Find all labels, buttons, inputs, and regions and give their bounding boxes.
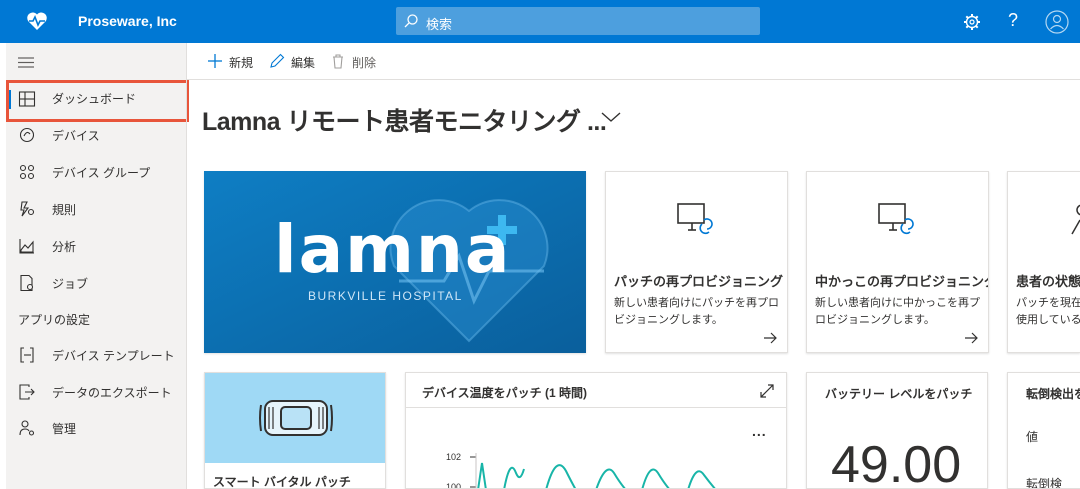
patient-status-tile[interactable]: 患者の状態 パッチを現在使用しているか <box>1007 171 1080 353</box>
new-label: 新規 <box>229 56 254 70</box>
trash-icon <box>333 54 343 69</box>
sidebar-item-data-export[interactable]: データのエクスポート <box>6 373 186 409</box>
sidebar-item-devices[interactable]: デバイス <box>6 116 186 152</box>
sidebar-item-label: 分析 <box>52 240 77 254</box>
reprovision-icon <box>677 203 713 235</box>
brand-name[interactable]: Proseware, Inc <box>78 13 177 29</box>
section-label-app-settings: アプリの設定 <box>18 313 91 327</box>
sidebar-item-device-templates[interactable]: デバイス テンプレート <box>6 336 186 372</box>
sidebar: ダッシュボード デバイス デバイス グループ 規則 分析 ジョブ アプリの設定 … <box>6 43 189 489</box>
sidebar-item-label: デバイス グループ <box>52 166 151 180</box>
kpi-value: 49.00 <box>831 436 962 489</box>
sidebar-item-admin[interactable]: 管理 <box>6 409 186 445</box>
y-tick-label: 102 <box>446 452 462 462</box>
tile-title: 転倒検出を <box>1026 387 1080 401</box>
temperature-series-line <box>477 462 716 488</box>
pencil-icon <box>270 53 285 68</box>
reprovision-brace-tile[interactable]: 中かっこの再プロビジョニング 新しい患者向けに中かっこを再プロビジョニングします… <box>806 171 989 353</box>
arrow-right-icon[interactable] <box>964 332 978 344</box>
help-icon[interactable]: ? <box>1008 10 1018 31</box>
sidebar-item-analytics[interactable]: 分析 <box>6 227 186 263</box>
hero-subtitle: BURKVILLE HOSPITAL <box>308 289 463 303</box>
hero-logo-text: lamna <box>274 211 512 288</box>
temperature-chart-tile: デバイス温度をパッチ (1 時間) ... 102 100 <box>405 372 787 489</box>
sidebar-item-label: データのエクスポート <box>52 386 172 400</box>
rules-icon <box>20 201 35 217</box>
tile-title: 中かっこの再プロビジョニング <box>815 274 989 289</box>
reprovision-icon <box>878 203 914 235</box>
delete-label: 削除 <box>352 56 377 70</box>
gear-icon[interactable] <box>962 12 982 32</box>
sidebar-item-rules[interactable]: 規則 <box>6 190 186 226</box>
tile-title: パッチの再プロビジョニング <box>614 274 784 289</box>
search-placeholder: 検索 <box>426 17 453 32</box>
table-row: 転倒検 <box>1026 477 1063 489</box>
table-header-value: 値 <box>1026 430 1039 444</box>
patch-label: スマート バイタル パッチ <box>213 475 351 489</box>
battery-level-tile: バッテリー レベルをパッチ 49.00 <box>806 372 988 489</box>
sidebar-divider <box>186 43 187 489</box>
admin-icon <box>19 420 35 436</box>
fall-detection-tile: 転倒検出を 値 転倒検 <box>1007 372 1080 489</box>
tile-description: 新しい患者向けに中かっこを再プロビジョニングします。 <box>815 297 980 326</box>
tile-description: 新しい患者向けにパッチを再プロビジョニングします。 <box>614 297 779 326</box>
device-icon <box>19 127 35 143</box>
account-icon[interactable] <box>1045 10 1069 34</box>
sidebar-item-jobs[interactable]: ジョブ <box>6 264 186 300</box>
temperature-line-chart <box>470 453 716 488</box>
command-bar: 新規 編集 削除 <box>187 43 1080 80</box>
device-group-icon <box>19 164 35 180</box>
jobs-icon <box>20 274 34 292</box>
edit-label: 編集 <box>291 56 316 70</box>
kpi-title: バッテリー レベルをパッチ <box>825 387 973 401</box>
search-icon <box>404 14 418 28</box>
reprovision-patch-tile[interactable]: パッチの再プロビジョニング 新しい患者向けにパッチを再プロビジョニングします。 <box>605 171 788 353</box>
chevron-down-icon[interactable] <box>600 110 622 124</box>
sidebar-item-label: 管理 <box>52 422 77 436</box>
y-tick-label: 100 <box>446 482 462 489</box>
device-template-icon <box>20 347 34 363</box>
page-title: Lamna リモート患者モニタリング ... <box>202 108 607 136</box>
sidebar-item-label: 規則 <box>52 203 77 217</box>
heart-pulse-icon <box>27 12 47 31</box>
sidebar-item-label: ジョブ <box>52 277 89 291</box>
hamburger-menu-icon[interactable] <box>18 55 34 69</box>
arrow-right-icon[interactable] <box>763 332 777 344</box>
top-bar: Proseware, Inc 検索 ? <box>0 0 1080 43</box>
tile-title: 患者の状態 <box>1016 274 1080 289</box>
export-icon <box>19 384 35 400</box>
analytics-icon <box>19 239 34 254</box>
sidebar-item-label: デバイス テンプレート <box>52 349 175 363</box>
bandage-icon <box>259 400 333 436</box>
search-input[interactable]: 検索 <box>396 7 760 35</box>
tile-description: パッチを現在使用しているか <box>1016 297 1080 326</box>
hero-image-tile: lamna BURKVILLE HOSPITAL <box>204 171 586 353</box>
sidebar-item-label: デバイス <box>52 129 100 143</box>
patch-image <box>205 373 385 463</box>
person-icon <box>1071 204 1080 235</box>
plus-icon <box>208 54 222 68</box>
sidebar-item-device-groups[interactable]: デバイス グループ <box>6 153 186 189</box>
smart-vital-patch-tile[interactable]: スマート バイタル パッチ <box>204 372 386 489</box>
